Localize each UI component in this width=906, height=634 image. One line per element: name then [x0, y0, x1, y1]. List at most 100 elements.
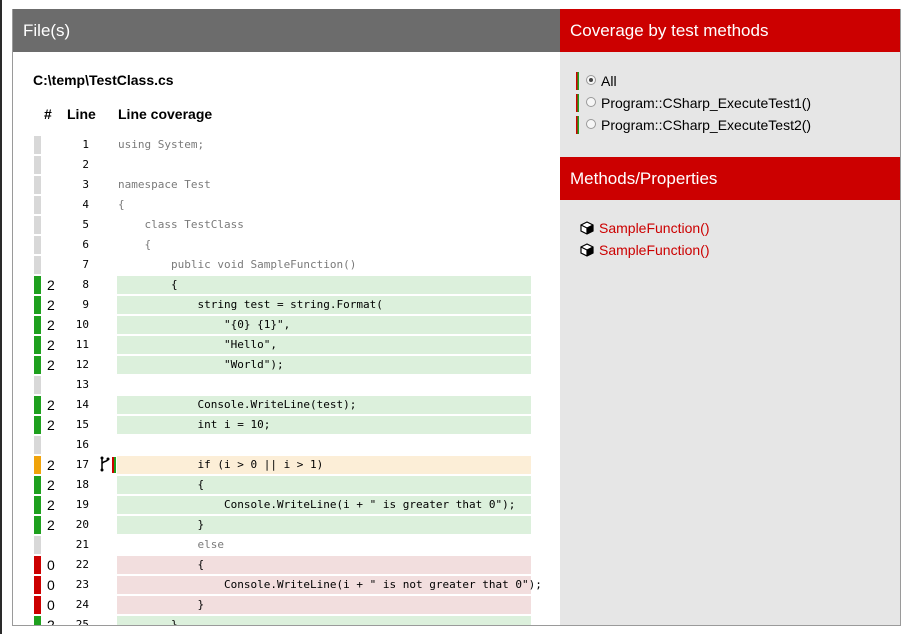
line-number: 14 [75, 398, 89, 411]
coverage-indicator [34, 396, 41, 414]
code-line: 7 public void SampleFunction() [13, 256, 561, 274]
code-line: 2 17 if (i > 0 || i > 1) [13, 456, 561, 474]
source-code: } [117, 516, 531, 534]
coverage-indicator [34, 456, 41, 474]
source-code: { [117, 556, 531, 574]
code-line: 2 15 int i = 10; [13, 416, 561, 434]
line-number: 24 [75, 598, 89, 611]
coverage-indicator [34, 476, 41, 494]
source-code: public void SampleFunction() [118, 258, 357, 271]
code-line: 2 9 string test = string.Format( [13, 296, 561, 314]
source-code: "World"); [117, 356, 531, 374]
line-number: 15 [75, 418, 89, 431]
line-number: 25 [75, 618, 89, 626]
source-code: } [117, 596, 531, 614]
test-method-radio[interactable] [586, 97, 596, 107]
hit-count: 0 [47, 577, 55, 593]
code-line: 2 19 Console.WriteLine(i + " is greater t… [13, 496, 561, 514]
line-number: 23 [75, 578, 89, 591]
hit-count: 0 [47, 557, 55, 573]
code-line: 2 8 { [13, 276, 561, 294]
line-number: 10 [75, 318, 89, 331]
coverage-indicator [576, 94, 579, 112]
files-panel: File(s) C:\temp\TestClass.cs # Line Line… [12, 9, 562, 626]
method-link[interactable]: SampleFunction() [599, 241, 710, 259]
source-code: using System; [118, 138, 205, 151]
code-line: 2 11 "Hello", [13, 336, 561, 354]
hit-count: 2 [47, 497, 55, 513]
test-method-radio[interactable] [586, 119, 596, 129]
branch-covered-marker [114, 457, 116, 473]
code-line: 2 [13, 156, 561, 174]
coverage-indicator [34, 176, 41, 194]
code-line: 0 22 { [13, 556, 561, 574]
test-method-radio[interactable] [586, 75, 596, 85]
source-code: Console.WriteLine(test); [117, 396, 531, 414]
hit-count: 2 [47, 277, 55, 293]
coverage-indicator [576, 116, 579, 134]
coverage-indicator [34, 356, 41, 374]
hit-count: 2 [47, 397, 55, 413]
code-line: 1 using System; [13, 136, 561, 154]
line-number: 6 [82, 238, 89, 251]
source-code [117, 156, 531, 174]
methods-header: Methods/Properties [560, 157, 900, 200]
file-path: C:\temp\TestClass.cs [33, 72, 174, 88]
hit-count: 2 [47, 297, 55, 313]
test-methods-header: Coverage by test methods [560, 9, 900, 52]
source-code: int i = 10; [117, 416, 531, 434]
window-edge [0, 0, 2, 634]
coverage-indicator [34, 616, 41, 625]
coverage-indicator [34, 376, 41, 394]
code-line: 2 12 "World"); [13, 356, 561, 374]
line-number: 17 [75, 458, 89, 471]
coverage-indicator [576, 72, 579, 90]
source-code: "{0} {1}", [117, 316, 531, 334]
code-line: 13 [13, 376, 561, 394]
hit-count: 2 [47, 617, 55, 626]
hit-count: 2 [47, 357, 55, 373]
line-number: 12 [75, 358, 89, 371]
cube-icon [580, 221, 594, 235]
coverage-indicator [34, 336, 41, 354]
hit-count: 2 [47, 517, 55, 533]
coverage-column-header: Line coverage [118, 106, 213, 122]
code-line: 0 24 } [13, 596, 561, 614]
coverage-indicator [34, 516, 41, 534]
source-code: { [118, 238, 152, 251]
code-line: 16 [13, 436, 561, 454]
test-method-label[interactable]: Program::CSharp_ExecuteTest2() [601, 116, 811, 134]
line-number: 3 [82, 178, 89, 191]
line-number: 20 [75, 518, 89, 531]
code-line: 2 14 Console.WriteLine(test); [13, 396, 561, 414]
source-code: Console.WriteLine(i + " is greater that … [117, 496, 531, 514]
code-line: 6 { [13, 236, 561, 254]
coverage-indicator [34, 556, 41, 574]
line-number: 8 [82, 278, 89, 291]
code-line: 2 10 "{0} {1}", [13, 316, 561, 334]
method-link[interactable]: SampleFunction() [599, 219, 710, 237]
line-column-header: Line [67, 106, 96, 122]
source-code: string test = string.Format( [117, 296, 531, 314]
code-line: 2 20 } [13, 516, 561, 534]
source-code: { [118, 198, 125, 211]
hit-count: 2 [47, 457, 55, 473]
code-line: 21 else [13, 536, 561, 554]
coverage-indicator [34, 276, 41, 294]
test-method-label[interactable]: Program::CSharp_ExecuteTest1() [601, 94, 811, 112]
line-number: 21 [75, 538, 89, 551]
test-method-label[interactable]: All [601, 72, 617, 90]
source-code: class TestClass [118, 218, 244, 231]
line-number: 2 [82, 158, 89, 171]
cube-icon [580, 243, 594, 257]
source-code: { [117, 276, 531, 294]
line-number: 9 [82, 298, 89, 311]
line-number: 16 [75, 438, 89, 451]
branch-icon[interactable] [99, 456, 111, 476]
code-line: 2 18 { [13, 476, 561, 494]
source-code: Console.WriteLine(i + " is not greater t… [117, 576, 542, 594]
coverage-indicator [34, 296, 41, 314]
source-code: } [117, 616, 531, 625]
code-line: 3 namespace Test [13, 176, 561, 194]
coverage-report: File(s) C:\temp\TestClass.cs # Line Line… [0, 0, 906, 634]
